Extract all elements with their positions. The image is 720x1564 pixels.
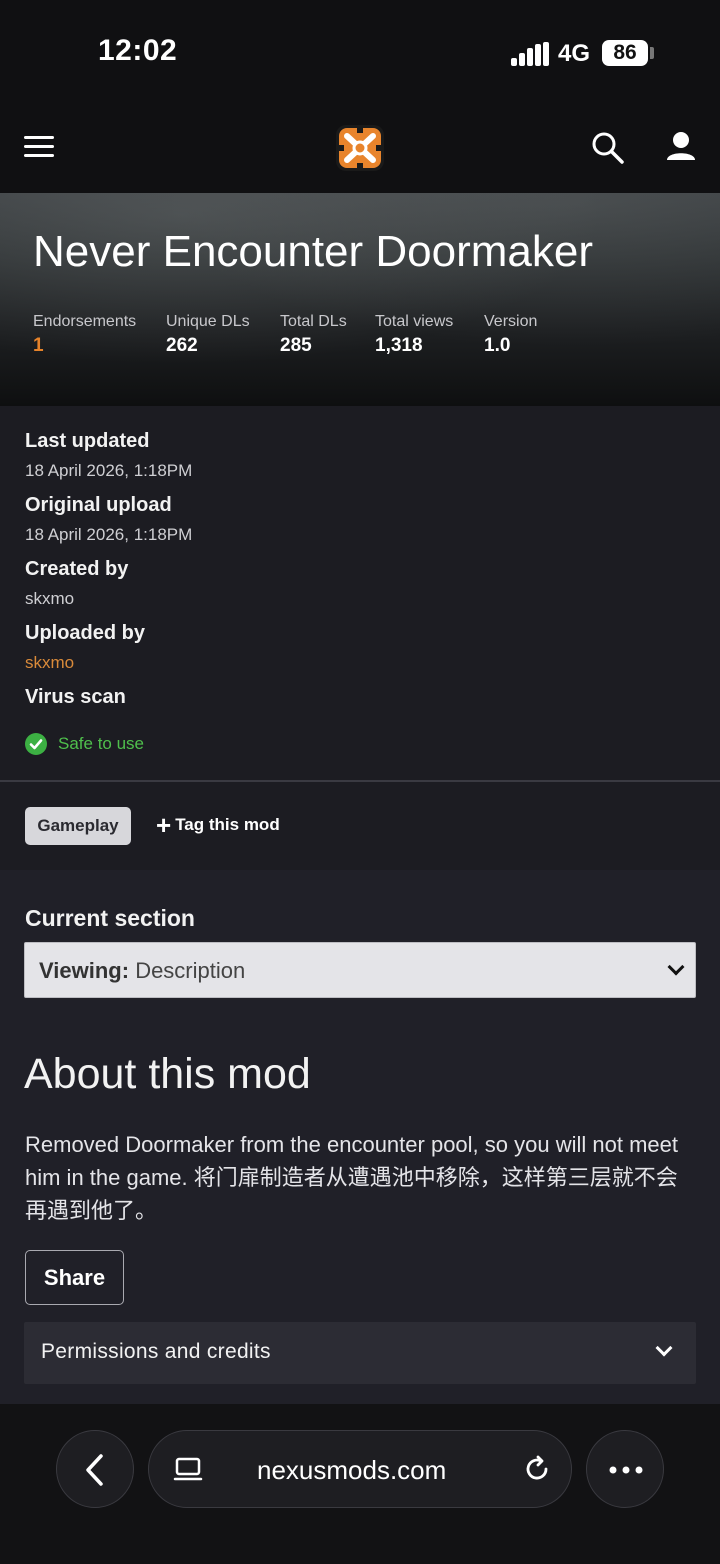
stat-label: Endorsements [33,313,137,330]
mod-info: Last updated 18 April 2026, 1:18PM Origi… [0,406,720,781]
virus-scan: Virus scan [25,686,126,709]
info-value: 18 April 2026, 1:18PM [25,461,193,480]
stat-label: Unique DLs [166,313,250,330]
section-select-text: Viewing: Description [39,958,245,984]
search-icon[interactable] [590,130,626,166]
status-time: 12:02 [98,34,178,67]
battery-tip [650,47,654,59]
uploader-link[interactable]: skxmo [25,653,145,673]
stat-label: Total views [375,313,454,330]
section-select[interactable]: Viewing: Description [24,942,696,998]
virus-scan-status: Safe to use [25,733,144,755]
info-label: Original upload [25,494,172,516]
safe-label: Safe to use [58,734,145,753]
created-by: Created by skxmo [25,558,128,609]
nexus-logo-icon[interactable] [333,122,387,174]
stat-version: Version 1.0 [484,313,537,357]
plus-icon: + [156,810,172,840]
stat-endorsements: Endorsements 1 [33,313,136,357]
address-bar[interactable]: nexusmods.com [148,1430,572,1508]
stat-total-dls: Total DLs 285 [280,313,347,357]
url-text: nexusmods.com [257,1455,447,1485]
chevron-down-icon [655,1339,673,1357]
check-circle-icon [25,733,47,755]
back-button[interactable] [56,1430,134,1508]
viewing-prefix: Viewing: [39,958,130,983]
viewing-value: Description [135,958,246,983]
info-label: Last updated [25,430,150,452]
top-nav [0,100,720,193]
mod-title: Never Encounter Doormaker [33,227,594,276]
tag-add-label: Tag this mod [175,815,280,834]
status-bar: 12:02 4G 86 [0,0,720,100]
browser-toolbar: nexusmods.com [0,1404,720,1564]
about-text: Removed Doormaker from the encounter poo… [25,1132,678,1223]
permissions-accordion[interactable]: Permissions and credits [24,1322,696,1384]
chevron-down-icon [667,958,685,976]
hamburger-icon[interactable] [24,136,56,158]
uploaded-by: Uploaded by skxmo [25,622,145,673]
tabs-icon[interactable] [173,1455,203,1485]
more-menu-button[interactable] [586,1430,664,1508]
last-updated: Last updated 18 April 2026, 1:18PM [25,430,192,481]
about-title: About this mod [24,1050,311,1098]
battery-icon: 86 [602,40,648,66]
network-type: 4G [558,40,591,67]
tag-gameplay[interactable]: Gameplay [25,807,131,845]
share-button[interactable]: Share [25,1250,124,1305]
stat-label: Total DLs [280,313,347,330]
tags-bar: Gameplay + Tag this mod [0,782,720,870]
stat-value: 1 [33,335,44,356]
stat-total-views: Total views 1,318 [375,313,453,357]
info-label: Uploaded by [25,622,146,644]
mod-header: Never Encounter Doormaker Endorsements 1… [0,193,720,406]
stat-value: 262 [166,335,198,356]
user-icon[interactable] [664,130,698,166]
info-value: 18 April 2026, 1:18PM [25,525,193,544]
chevron-left-icon [86,1454,103,1486]
tag-this-mod-button[interactable]: + Tag this mod [156,810,280,840]
current-section-label: Current section [25,905,195,931]
original-upload: Original upload 18 April 2026, 1:18PM [25,494,192,545]
info-label: Created by [25,558,129,580]
reload-icon[interactable] [521,1453,553,1485]
signal-icon [511,42,549,66]
stat-value: 1.0 [484,335,511,356]
more-dots-icon [609,1466,643,1474]
permissions-label: Permissions and credits [41,1340,271,1363]
stat-unique-dls: Unique DLs 262 [166,313,250,357]
info-label: Virus scan [25,686,126,708]
stat-label: Version [484,313,538,330]
info-value: skxmo [25,589,75,608]
stat-value: 1,318 [375,335,423,356]
stat-value: 285 [280,335,312,356]
